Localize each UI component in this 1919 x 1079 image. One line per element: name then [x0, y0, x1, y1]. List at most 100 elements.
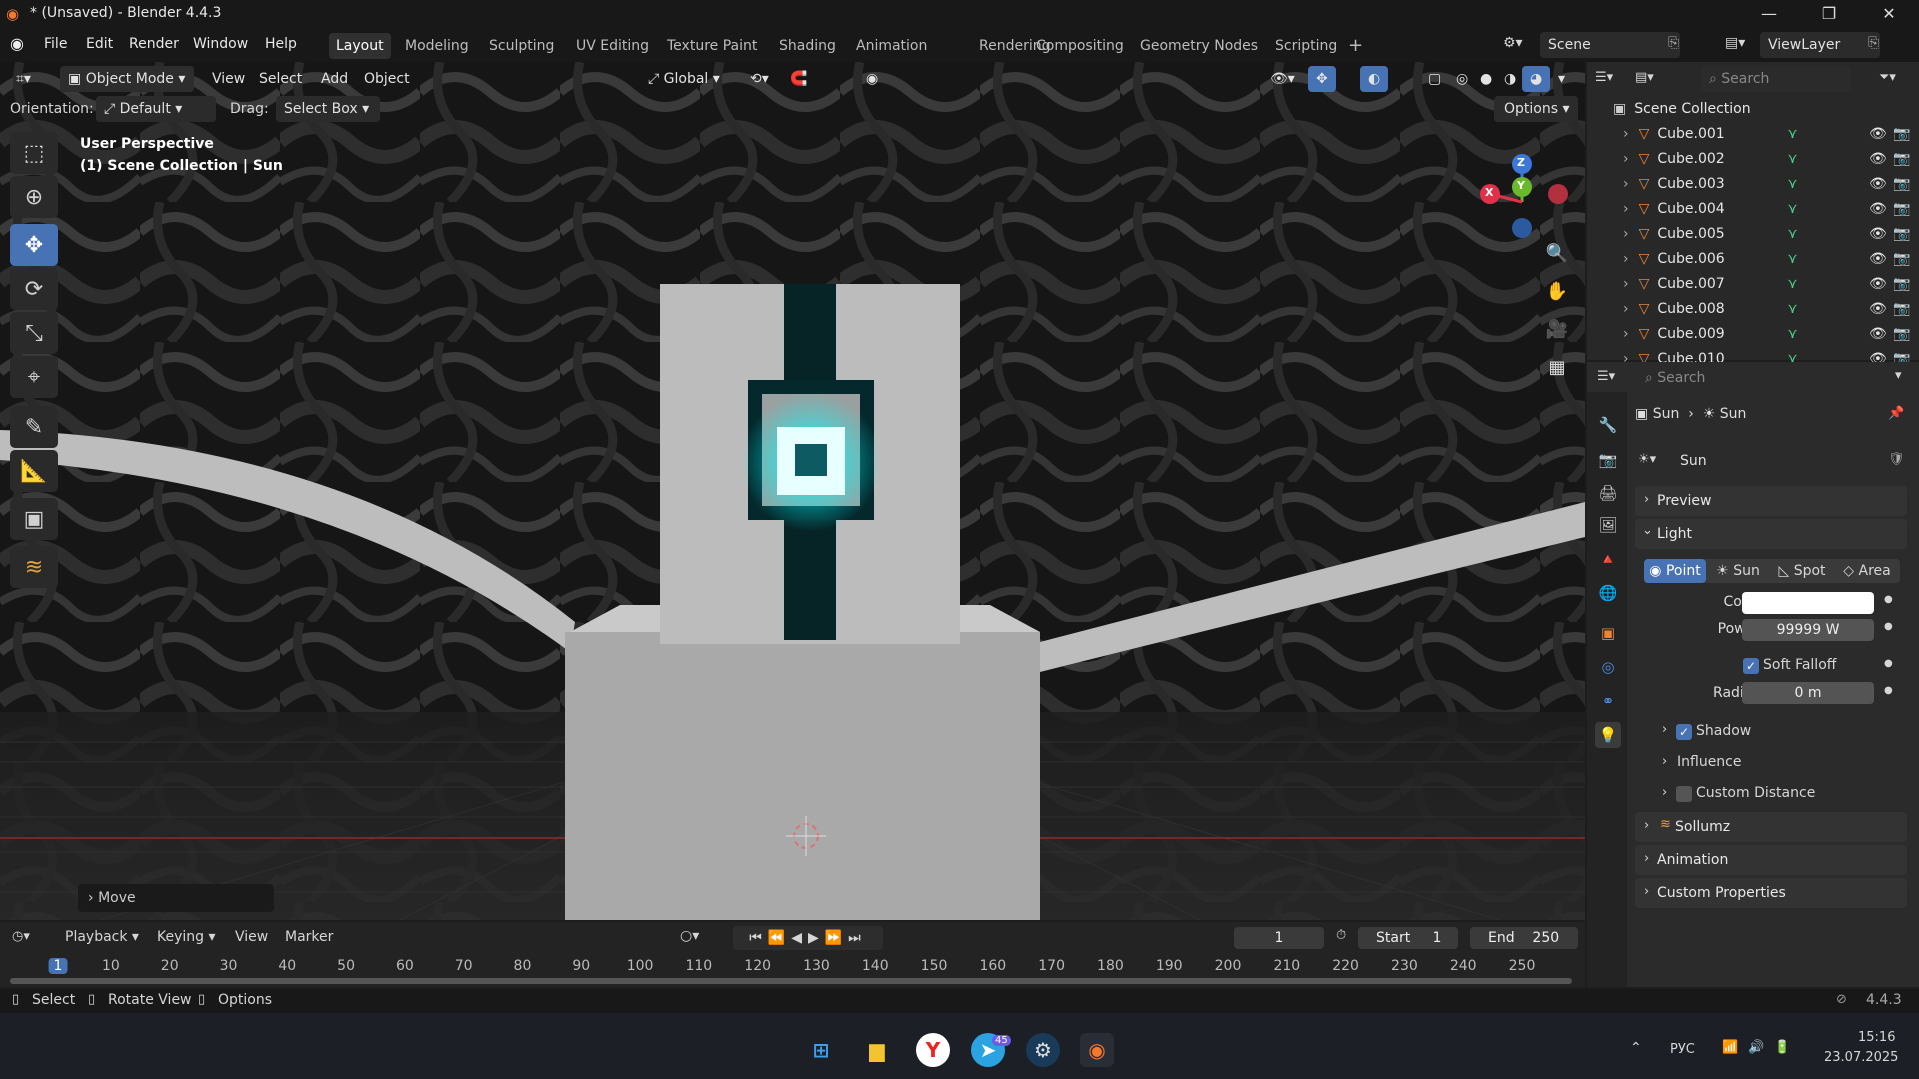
blender-taskbar-icon[interactable]: ◉ [1080, 1033, 1114, 1067]
outliner-item[interactable]: › ▽ Cube.008 ⋎ 👁 📷 [1587, 296, 1919, 321]
maximize-button[interactable]: ❐ [1806, 0, 1852, 28]
keyframe-dot-icon[interactable]: ● [1884, 685, 1893, 696]
light-type-spot[interactable]: ◺ Spot [1770, 563, 1834, 579]
soft-falloff-checkbox[interactable]: ✓ [1743, 658, 1759, 674]
visibility-eye-icon[interactable]: 👁 [1869, 326, 1887, 342]
orientation-dropdown[interactable]: ⤢ Default ▾ [96, 96, 216, 122]
xray-toggle[interactable]: ▢ [1420, 66, 1449, 92]
shading-rendered[interactable]: ◕ [1522, 66, 1551, 92]
visibility-eye-icon[interactable]: 👁 [1869, 226, 1887, 242]
visibility-eye-icon[interactable]: 👁 [1869, 251, 1887, 267]
properties-search[interactable]: ⌕ Search [1637, 365, 1787, 391]
outliner-item[interactable]: › ▽ Cube.002 ⋎ 👁 📷 [1587, 146, 1919, 171]
render-camera-icon[interactable]: 📷 [1893, 276, 1910, 292]
tab-render[interactable]: 📷 [1595, 447, 1621, 473]
light-datablock-field[interactable]: Sun [1672, 448, 1884, 474]
timeline-scrollbar[interactable] [10, 978, 1572, 984]
menu-object[interactable]: Object [356, 66, 418, 92]
shading-options[interactable]: ▾ [1550, 66, 1573, 92]
visibility-eye-icon[interactable]: 👁 [1869, 126, 1887, 142]
file-explorer-icon[interactable]: ▆ [860, 1033, 894, 1067]
gizmo-toggle[interactable]: ✥ [1308, 66, 1336, 92]
render-camera-icon[interactable]: 📷 [1893, 176, 1910, 192]
keyframe-dot-icon[interactable]: ● [1884, 658, 1893, 669]
tab-object[interactable]: ▣ [1595, 620, 1621, 646]
pivot-dropdown[interactable]: ⟲▾ [742, 66, 777, 92]
measure-tool[interactable]: 📐 [10, 450, 58, 492]
render-camera-icon[interactable]: 📷 [1893, 151, 1910, 167]
menu-add[interactable]: Add [313, 66, 356, 92]
tab-geometry-nodes[interactable]: Geometry Nodes [1133, 33, 1265, 59]
properties-editor-icon[interactable]: ☰▾ [1597, 369, 1615, 384]
render-camera-icon[interactable]: 📷 [1893, 251, 1910, 267]
editor-type-button[interactable]: ⌗▾ [8, 66, 39, 92]
tab-uv-editing[interactable]: UV Editing [569, 33, 656, 59]
mode-dropdown[interactable]: ▣ Object Mode ▾ [60, 66, 194, 92]
outliner-item[interactable]: › ▽ Cube.001 ⋎ 👁 📷 [1587, 121, 1919, 146]
outliner-item[interactable]: › ▽ Cube.009 ⋎ 👁 📷 [1587, 321, 1919, 346]
add-workspace-icon[interactable]: + [1348, 35, 1363, 56]
sollumz-tool[interactable]: ≋ [10, 546, 58, 588]
outliner-editor-icon[interactable]: ☰▾ [1595, 70, 1613, 85]
pan-button[interactable]: ✋ [1540, 274, 1574, 308]
close-button[interactable]: ✕ [1866, 0, 1912, 28]
steam-icon[interactable]: ⚙ [1026, 1033, 1060, 1067]
new-scene-icon[interactable]: ⎘ [1668, 35, 1679, 51]
render-camera-icon[interactable]: 📷 [1893, 201, 1910, 217]
menu-view[interactable]: View [204, 66, 253, 92]
visibility-eye-icon[interactable]: 👁 [1869, 301, 1887, 317]
light-type-point[interactable]: ◉ Point [1644, 559, 1706, 583]
tab-light-data[interactable]: 💡 [1595, 722, 1621, 748]
menu-help[interactable]: Help [265, 36, 297, 52]
tab-physics[interactable]: ◎ [1595, 654, 1621, 680]
proportional-edit-toggle[interactable]: ◉ [858, 66, 886, 92]
end-field[interactable]: End 250 [1470, 927, 1578, 949]
tab-output[interactable]: 🖨 [1595, 480, 1621, 506]
radius-field[interactable]: 0 m [1742, 682, 1874, 704]
tray-chevron-icon[interactable]: ⌃ [1630, 1040, 1642, 1056]
viewlayer-field[interactable]: ViewLayer [1760, 32, 1880, 58]
tab-world[interactable]: 🌐 [1595, 580, 1621, 606]
navigation-gizmo[interactable]: Z Y X [1470, 142, 1570, 242]
minimize-button[interactable]: — [1746, 0, 1792, 28]
tab-view-layer[interactable]: 🖼 [1595, 512, 1621, 538]
zoom-button[interactable]: 🔍 [1540, 236, 1574, 270]
color-swatch[interactable] [1742, 592, 1874, 614]
visibility-eye-icon[interactable]: 👁 [1869, 176, 1887, 192]
light-datablock-icon[interactable]: ☀▾ [1638, 452, 1656, 467]
transform-orientation-dropdown[interactable]: ⤢ Global ▾ [640, 66, 728, 92]
transform-tool[interactable]: ⌖ [10, 356, 58, 398]
filter-icon[interactable]: ⏷▾ [1879, 70, 1896, 85]
overlay-toggle[interactable]: ◐ [1360, 66, 1389, 92]
tab-layout[interactable]: Layout [329, 33, 391, 59]
outliner-item[interactable]: › ▽ Cube.007 ⋎ 👁 📷 [1587, 271, 1919, 296]
menu-select[interactable]: Select [251, 66, 310, 92]
tab-scene[interactable]: 🔺 [1595, 546, 1621, 572]
panel-custom-properties[interactable]: Custom Properties [1635, 878, 1907, 908]
new-viewlayer-icon[interactable]: ⎘ [1868, 35, 1879, 51]
camera-view-button[interactable]: 🎥 [1540, 312, 1574, 346]
menu-window[interactable]: Window [193, 36, 248, 52]
shadow-subpanel[interactable]: Shadow [1696, 723, 1751, 739]
menu-keying[interactable]: Keying ▾ [157, 929, 216, 945]
tab-scripting[interactable]: Scripting [1268, 33, 1344, 59]
select-box-tool[interactable]: ⬚ [10, 132, 58, 174]
render-camera-icon[interactable]: 📷 [1893, 326, 1910, 342]
blender-menu-icon[interactable]: ◉ [10, 34, 24, 53]
outliner-item[interactable]: › ▽ Cube.003 ⋎ 👁 📷 [1587, 171, 1919, 196]
panel-light[interactable]: Light [1635, 519, 1907, 549]
volume-icon[interactable]: 🔊 [1748, 1040, 1764, 1055]
tab-tool[interactable]: 🔧 [1595, 412, 1621, 438]
drag-dropdown[interactable]: Select Box ▾ [276, 96, 380, 122]
input-language[interactable]: РУС [1670, 1042, 1695, 1057]
custom-distance-checkbox[interactable] [1676, 786, 1692, 802]
pin-icon[interactable]: 📌 [1888, 406, 1904, 421]
visibility-eye-icon[interactable]: 👁 [1869, 276, 1887, 292]
options-dropdown[interactable]: Options ▾ [1494, 96, 1578, 122]
move-tool[interactable]: ✥ [10, 224, 58, 266]
light-type-sun[interactable]: ☀ Sun [1706, 563, 1770, 579]
power-field[interactable]: 99999 W [1742, 619, 1874, 641]
clock-time[interactable]: 15:16 [1858, 1030, 1895, 1045]
panel-animation[interactable]: Animation [1635, 845, 1907, 875]
tab-modeling[interactable]: Modeling [398, 33, 476, 59]
